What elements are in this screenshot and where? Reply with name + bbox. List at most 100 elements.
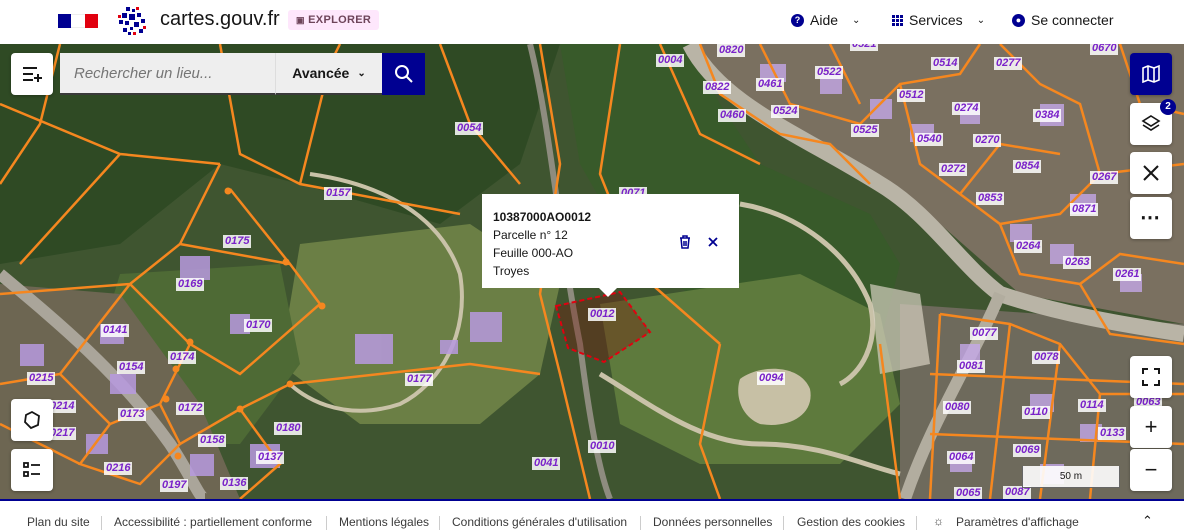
map-icon xyxy=(1142,64,1160,84)
delete-button[interactable] xyxy=(677,234,693,250)
parcel-label[interactable]: 0670 xyxy=(1090,44,1119,55)
parcel-label[interactable]: 0174 xyxy=(168,351,197,364)
parcel-label[interactable]: 0169 xyxy=(176,278,205,291)
search-input[interactable] xyxy=(60,53,275,95)
parcel-label[interactable]: 0263 xyxy=(1063,256,1092,269)
parcel-popup: 10387000AO0012 Parcelle n° 12 Feuille 00… xyxy=(482,194,739,288)
search-button[interactable] xyxy=(382,53,425,95)
parcel-label[interactable]: 0081 xyxy=(957,360,986,373)
parcel-label[interactable]: 0514 xyxy=(931,57,960,70)
parcel-label[interactable]: 0041 xyxy=(532,457,561,470)
zoom-out-button[interactable]: − xyxy=(1130,449,1172,491)
services-menu[interactable]: Services ⌄ xyxy=(892,12,985,28)
parcel-label[interactable]: 0170 xyxy=(244,319,273,332)
footer-link-sitemap[interactable]: Plan du site xyxy=(27,515,90,529)
layers-button[interactable]: 2 xyxy=(1130,99,1176,145)
parcel-label[interactable]: 0080 xyxy=(943,401,972,414)
help-menu[interactable]: ? Aide ⌄ xyxy=(791,12,860,28)
parcel-label[interactable]: 0177 xyxy=(405,373,434,386)
parcel-label[interactable]: 0137 xyxy=(256,451,285,464)
parcel-label[interactable]: 0521 xyxy=(850,44,879,51)
parcel-label[interactable]: 0267 xyxy=(1090,171,1119,184)
parcel-label[interactable]: 0175 xyxy=(223,235,252,248)
parcel-label[interactable]: 0264 xyxy=(1014,240,1043,253)
parcel-label[interactable]: 0820 xyxy=(717,44,746,57)
parcel-label[interactable]: 0854 xyxy=(1013,160,1042,173)
explorer-badge: ▣ EXPLORER xyxy=(288,10,380,30)
layers-count-badge: 2 xyxy=(1160,99,1176,115)
chevron-up-icon[interactable]: ⌃ xyxy=(1142,513,1153,529)
footer-link-display-settings[interactable]: Paramètres d'affichage xyxy=(956,515,1079,529)
parcel-label[interactable]: 0010 xyxy=(588,440,617,453)
fullscreen-button[interactable] xyxy=(1130,356,1172,398)
parcel-label[interactable]: 0064 xyxy=(947,451,976,464)
basemap-button[interactable] xyxy=(1130,53,1172,95)
parcel-label[interactable]: 0461 xyxy=(756,78,785,91)
parcel-label[interactable]: 0261 xyxy=(1113,268,1142,281)
footer-link-accessibility[interactable]: Accessibilité : partiellement conforme xyxy=(114,515,312,529)
parcel-label[interactable]: 0114 xyxy=(1078,399,1106,412)
parcel-label[interactable]: 0540 xyxy=(915,133,944,146)
parcel-label[interactable]: 0822 xyxy=(703,81,732,94)
parcel-label[interactable]: 0216 xyxy=(104,462,133,475)
parcel-label[interactable]: 0133 xyxy=(1098,427,1127,440)
close-icon xyxy=(708,237,718,247)
parcel-label[interactable]: 0069 xyxy=(1013,444,1042,457)
parcel-label[interactable]: 0094 xyxy=(757,372,786,385)
legend-icon xyxy=(23,462,40,477)
parcel-label[interactable]: 0054 xyxy=(455,122,484,135)
search-icon xyxy=(394,65,413,83)
parcel-label[interactable]: 0141 xyxy=(101,324,130,337)
chevron-down-icon: ⌄ xyxy=(357,67,366,79)
parcel-label[interactable]: 0110 xyxy=(1022,406,1050,419)
parcel-label[interactable]: 0173 xyxy=(118,408,147,421)
parcel-label[interactable]: 0277 xyxy=(994,57,1023,70)
tools-icon xyxy=(1143,165,1159,181)
parcel-label[interactable]: 0274 xyxy=(952,102,981,115)
parcel-label[interactable]: 0158 xyxy=(198,434,227,447)
footer-link-cookies[interactable]: Gestion des cookies xyxy=(797,515,905,529)
menu-toggle-button[interactable] xyxy=(11,53,53,95)
parcel-label[interactable]: 0136 xyxy=(220,477,249,490)
sun-icon: ☼ xyxy=(933,514,944,528)
parcel-label[interactable]: 0384 xyxy=(1033,109,1062,122)
parcel-label[interactable]: 0512 xyxy=(897,89,926,102)
parcel-label-selected[interactable]: 0012 xyxy=(588,308,617,321)
parcel-label[interactable]: 0853 xyxy=(976,192,1005,205)
brand-title[interactable]: cartes.gouv.fr xyxy=(160,8,280,31)
login-link[interactable]: ● Se connecter xyxy=(1012,12,1114,28)
parcel-label[interactable]: 0871 xyxy=(1070,203,1099,216)
parcel-label[interactable]: 0197 xyxy=(160,479,189,492)
parcel-label[interactable]: 0154 xyxy=(117,361,146,374)
tools-button[interactable] xyxy=(1130,152,1172,194)
parcel-label[interactable]: 0078 xyxy=(1032,351,1061,364)
popup-tail xyxy=(598,287,618,297)
question-icon: ? xyxy=(791,13,804,27)
parcel-label[interactable]: 0157 xyxy=(324,187,353,200)
parcel-label[interactable]: 0180 xyxy=(274,422,303,435)
parcel-label[interactable]: 0077 xyxy=(970,327,999,340)
footer-link-privacy[interactable]: Données personnelles xyxy=(653,515,772,529)
parcel-label[interactable]: 0522 xyxy=(815,66,844,79)
parcel-label[interactable]: 0460 xyxy=(718,109,747,122)
parcel-label[interactable]: 0004 xyxy=(656,54,685,67)
parcel-label[interactable]: 0065 xyxy=(954,487,983,499)
footer-separator xyxy=(101,516,102,530)
search-bar: Avancée ⌄ xyxy=(60,53,426,95)
parcel-label[interactable]: 0525 xyxy=(851,124,880,137)
draw-polygon-button[interactable] xyxy=(11,399,53,441)
parcel-label[interactable]: 0272 xyxy=(939,163,968,176)
footer-link-terms[interactable]: Conditions générales d'utilisation xyxy=(452,515,627,529)
footer-separator xyxy=(916,516,917,530)
zoom-in-button[interactable]: + xyxy=(1130,406,1172,448)
cartes-logo-icon[interactable] xyxy=(116,5,148,37)
more-options-button[interactable]: ⋯ xyxy=(1130,197,1172,239)
legend-button[interactable] xyxy=(11,449,53,491)
parcel-label[interactable]: 0215 xyxy=(27,372,56,385)
parcel-label[interactable]: 0524 xyxy=(771,105,800,118)
advanced-search-button[interactable]: Avancée ⌄ xyxy=(275,53,382,95)
parcel-label[interactable]: 0270 xyxy=(973,134,1002,147)
parcel-label[interactable]: 0172 xyxy=(176,402,205,415)
close-popup-button[interactable] xyxy=(705,234,721,250)
footer-link-legal[interactable]: Mentions légales xyxy=(339,515,429,529)
